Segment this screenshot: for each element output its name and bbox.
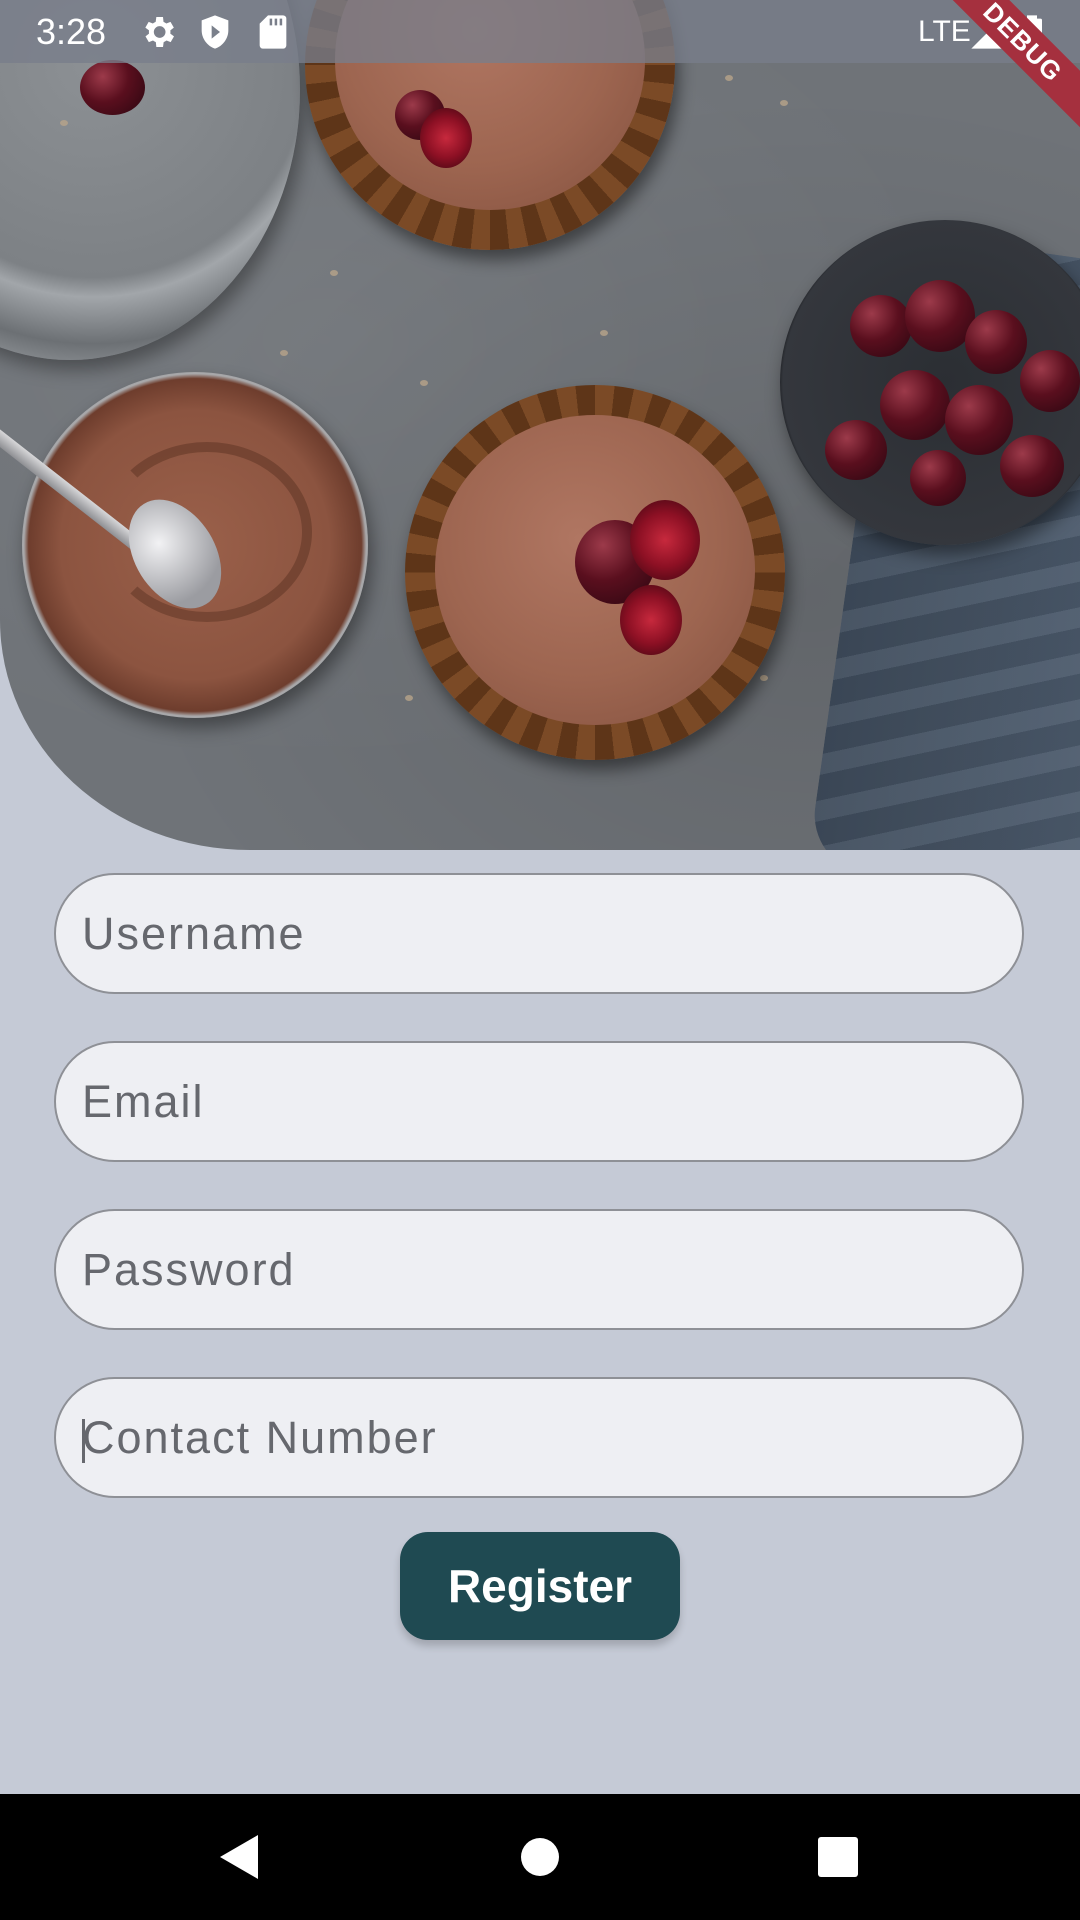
network-type: LTE [918, 15, 971, 48]
password-field-container [54, 1209, 1024, 1330]
hero-image [0, 0, 1080, 850]
username-field-container [54, 873, 1024, 994]
contact-number-input[interactable] [56, 1379, 1022, 1496]
home-icon[interactable] [510, 1827, 570, 1887]
register-screen: 3:28 LTE DEBUG Register [0, 0, 1080, 1920]
settings-icon [138, 12, 178, 52]
password-input[interactable] [56, 1211, 1022, 1328]
navigation-bar [0, 1794, 1080, 1920]
back-icon[interactable] [210, 1827, 270, 1887]
cherry-bowl [780, 220, 1080, 545]
text-cursor [82, 1419, 85, 1463]
email-field-container [54, 1041, 1024, 1162]
shield-icon [195, 12, 235, 52]
contact-field-container [54, 1377, 1024, 1498]
register-button[interactable]: Register [400, 1532, 680, 1640]
email-input[interactable] [56, 1043, 1022, 1160]
status-time: 3:28 [36, 11, 107, 52]
status-bar: 3:28 LTE [0, 0, 1080, 63]
sd-card-icon [253, 12, 293, 52]
recents-icon[interactable] [808, 1827, 868, 1887]
username-input[interactable] [56, 875, 1022, 992]
